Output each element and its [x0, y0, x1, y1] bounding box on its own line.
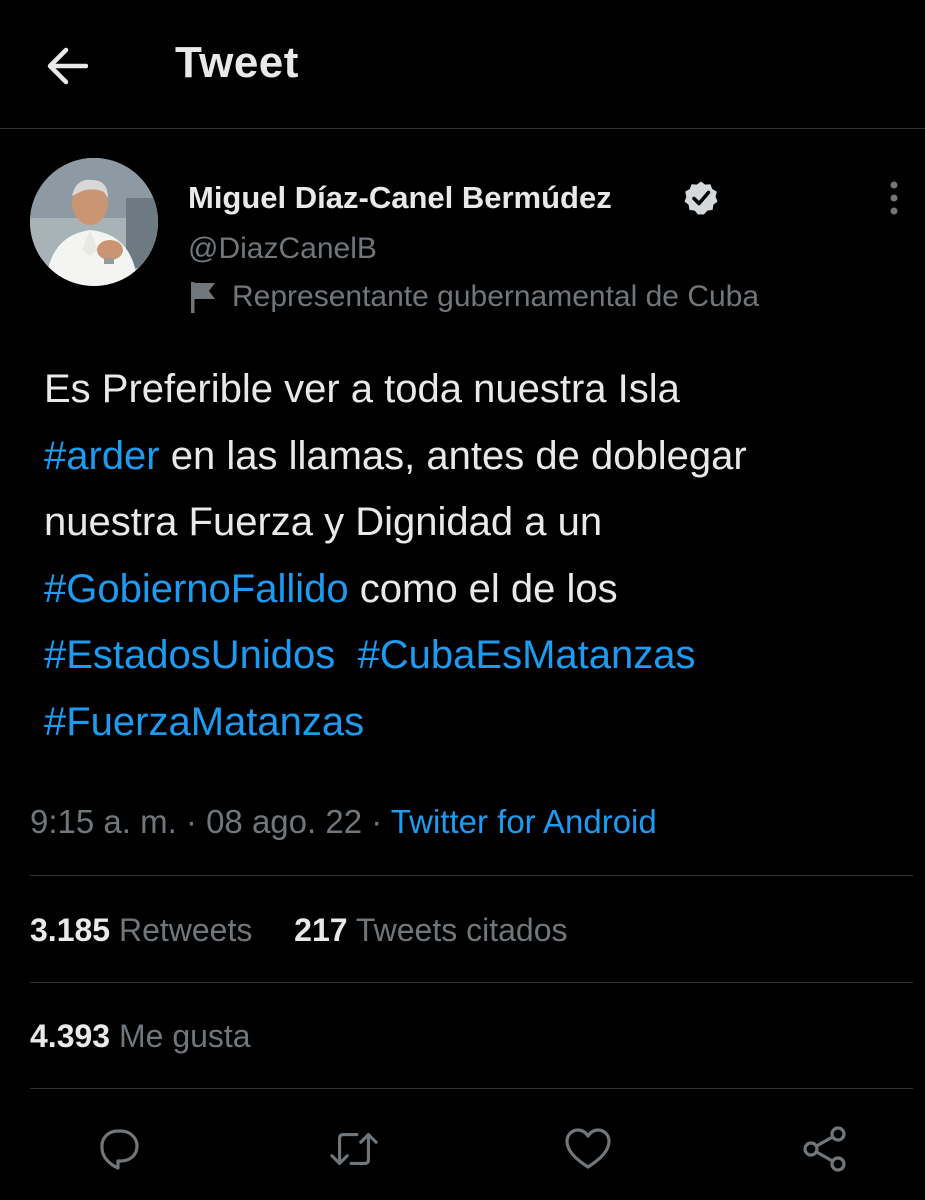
tweet-line: Es Preferible ver a toda nuestra Isla: [44, 356, 904, 423]
tweet-screen: Tweet Miguel Díaz-Canel Bermúdez @DiazCa…: [0, 0, 925, 1200]
hashtag-link[interactable]: #EstadosUnidos: [44, 633, 335, 677]
tweet-text-segment: en las llamas, antes de doblegar: [159, 433, 747, 478]
divider: [30, 1088, 913, 1089]
reply-button[interactable]: [94, 1124, 144, 1174]
likes-label: Me gusta: [118, 1018, 251, 1054]
retweet-button[interactable]: [329, 1124, 379, 1174]
verified-badge-icon: [684, 181, 718, 215]
retweets-count: 3.185: [30, 912, 111, 948]
retweet-icon: [330, 1133, 378, 1165]
flag-icon: [191, 282, 215, 313]
government-label[interactable]: Representante gubernamental de Cuba: [188, 280, 759, 314]
arrow-left-icon: [47, 47, 88, 85]
back-button[interactable]: [40, 40, 92, 92]
top-bar: Tweet: [0, 0, 925, 129]
tweet-text-segment: [335, 633, 357, 677]
quotes-label: Tweets citados: [355, 912, 568, 948]
meta-separator: ·: [176, 803, 207, 840]
tweet-line: #arder en las llamas, antes de doblegar: [44, 423, 904, 490]
hashtag-link[interactable]: #CubaEsMatanzas: [358, 633, 696, 677]
tweet-text: Es Preferible ver a toda nuestra Isla #ar…: [44, 356, 904, 755]
hashtag-link[interactable]: #arder: [44, 434, 160, 478]
likes-count: 4.393: [30, 1018, 111, 1054]
tweet-line: #GobiernoFallido como el de los: [44, 556, 904, 623]
like-button[interactable]: [563, 1124, 613, 1174]
tweet-line: #EstadosUnidos #CubaEsMatanzas: [44, 622, 904, 689]
tweet-source-link[interactable]: Twitter for Android: [391, 803, 657, 840]
reply-icon: [100, 1129, 139, 1170]
page-title: Tweet: [175, 38, 299, 87]
more-vertical-icon: [890, 181, 898, 215]
divider: [30, 982, 913, 983]
share-icon: [803, 1126, 846, 1172]
hashtag-link[interactable]: #FuerzaMatanzas: [44, 700, 364, 744]
share-button[interactable]: [800, 1124, 850, 1174]
author-handle[interactable]: @DiazCanelB: [188, 232, 377, 266]
tweet-text-segment: como el de los: [348, 566, 618, 611]
likes-stat[interactable]: 4.393 Me gusta: [30, 1018, 251, 1054]
retweets-stat[interactable]: 3.185 Retweets: [30, 912, 252, 948]
tweet-text-segment: nuestra Fuerza y Dignidad a un: [44, 500, 603, 544]
tweet-meta: 9:15 a. m. · 08 ago. 22 · Twitter for An…: [30, 803, 657, 841]
quotes-stat[interactable]: 217 Tweets citados: [294, 912, 567, 948]
tweet-line: nuestra Fuerza y Dignidad a un: [44, 489, 904, 556]
tweet-line: #FuerzaMatanzas: [44, 689, 904, 756]
retweet-stats-row: 3.185 Retweets 217 Tweets citados: [30, 912, 568, 949]
meta-separator: ·: [362, 803, 391, 840]
more-options-button[interactable]: [876, 180, 912, 216]
author-name[interactable]: Miguel Díaz-Canel Bermúdez: [188, 180, 612, 216]
retweets-label: Retweets: [118, 912, 253, 948]
hashtag-link[interactable]: #GobiernoFallido: [44, 567, 349, 611]
divider: [30, 875, 913, 876]
quotes-count: 217: [294, 912, 348, 948]
avatar[interactable]: [30, 158, 158, 286]
tweet-time[interactable]: 9:15 a. m.: [30, 803, 177, 840]
tweet-date[interactable]: 08 ago. 22: [206, 803, 362, 840]
likes-stats-row: 4.393 Me gusta: [30, 1018, 251, 1055]
heart-icon: [565, 1128, 611, 1169]
tweet-text-segment: Es Preferible ver a toda nuestra Isla: [44, 367, 680, 411]
label-text: Representante gubernamental de Cuba: [232, 280, 760, 313]
